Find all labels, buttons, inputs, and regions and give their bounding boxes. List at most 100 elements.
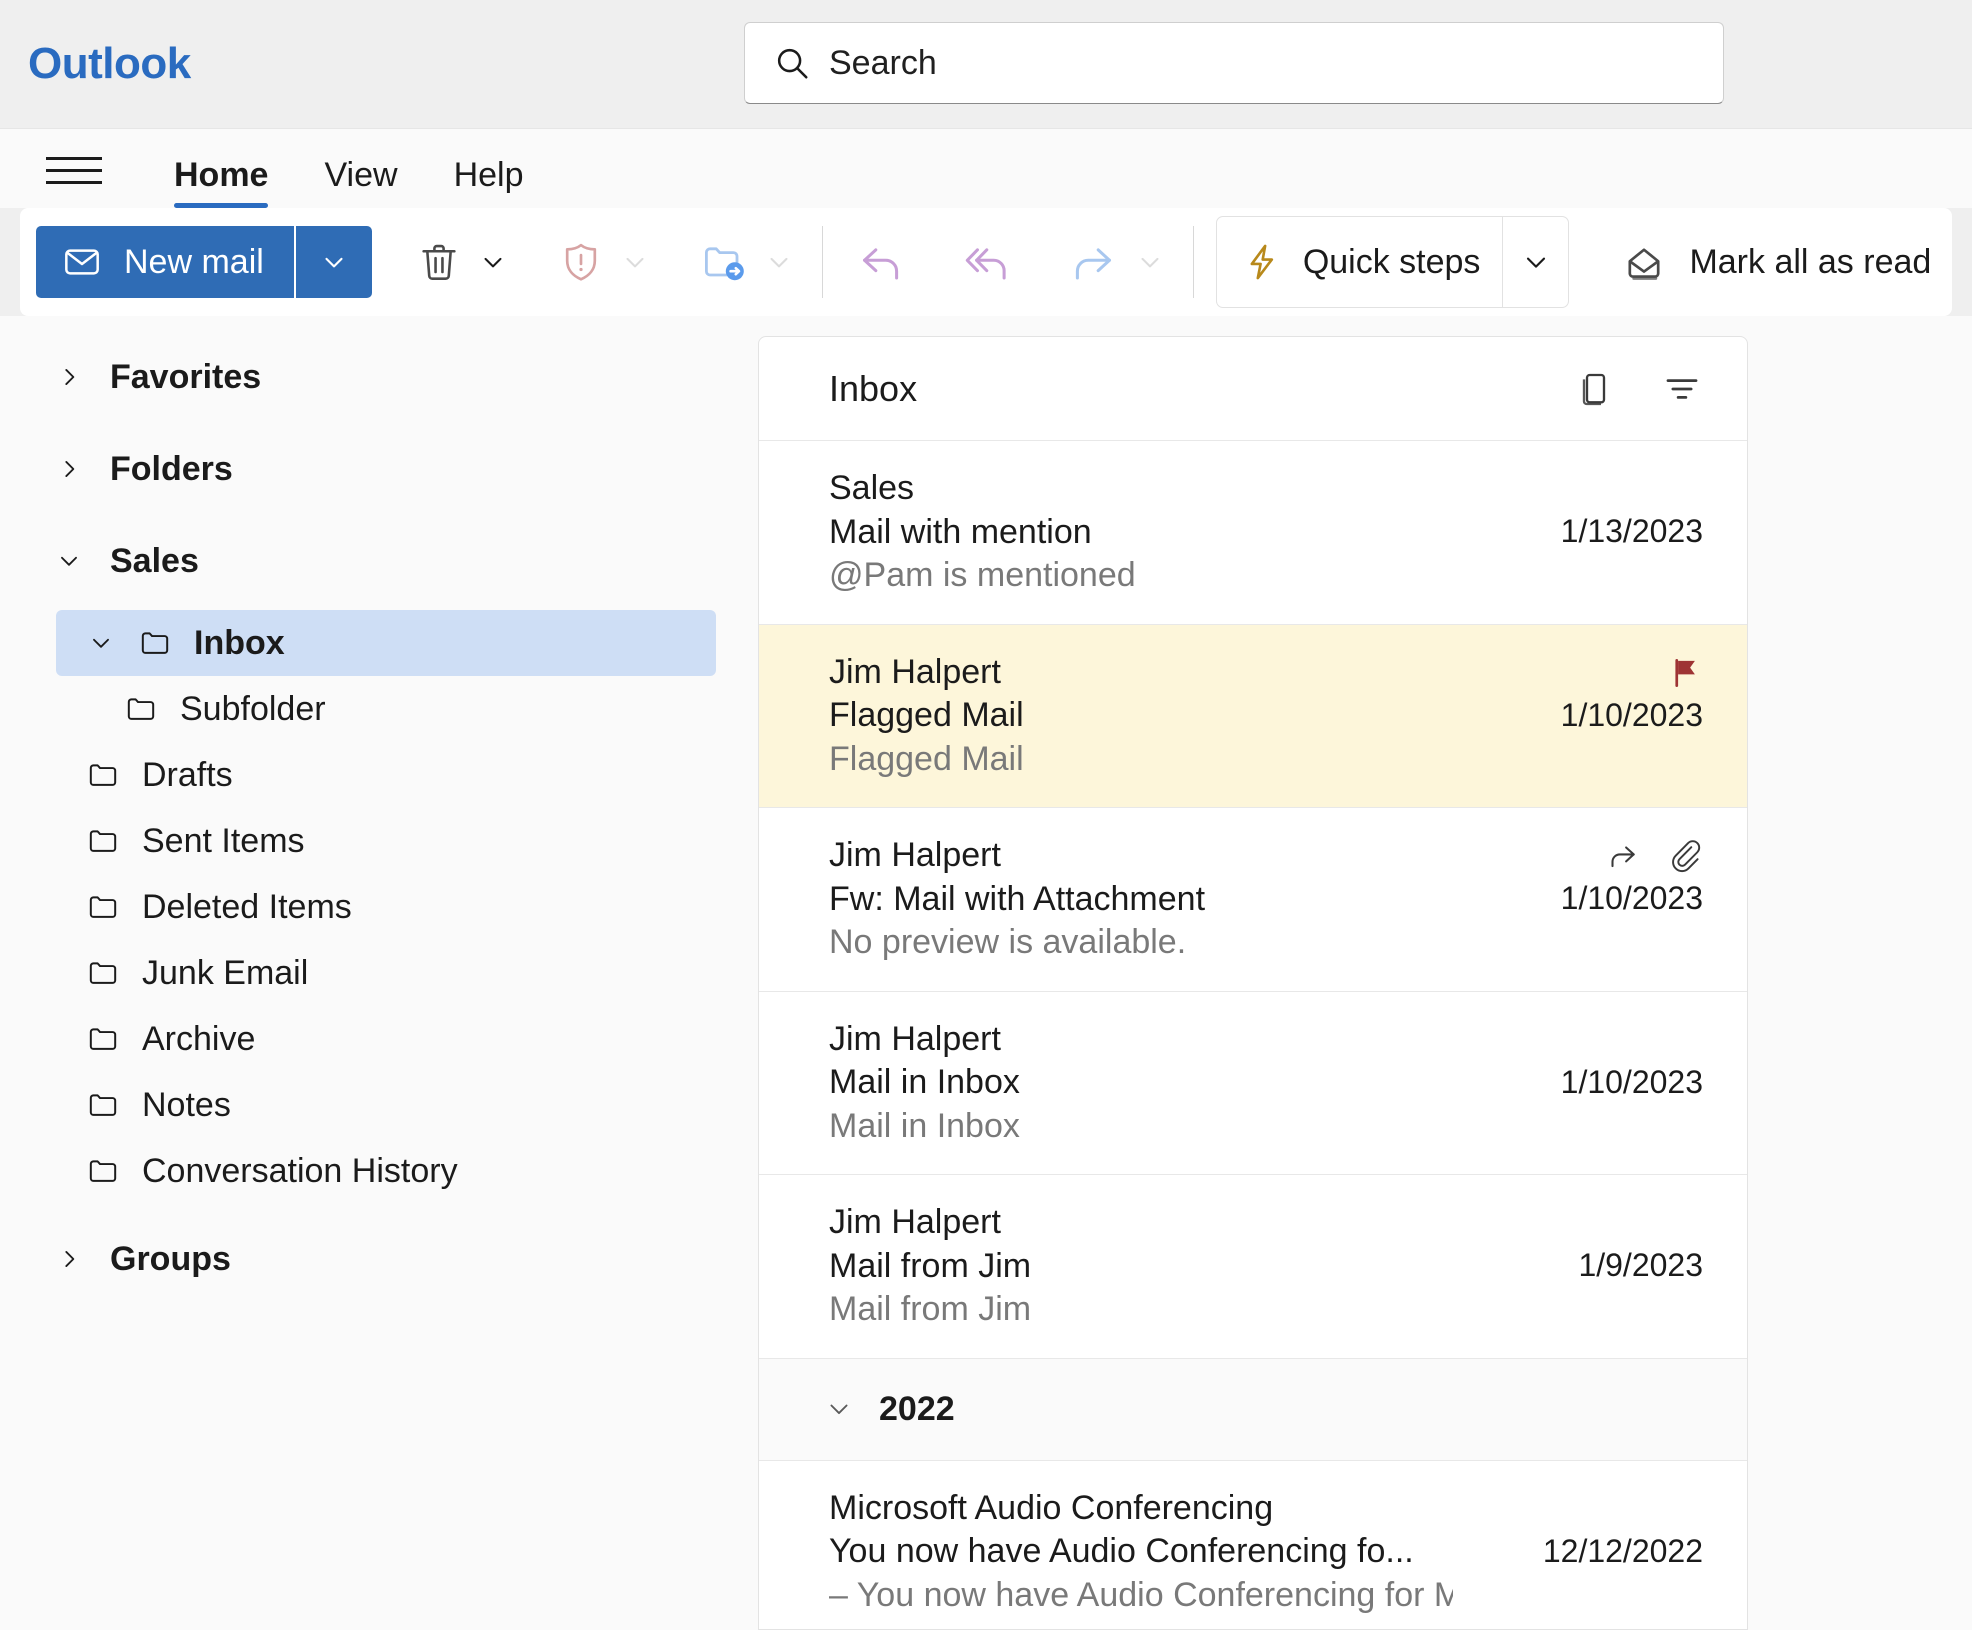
report-dropdown-button[interactable]: [614, 247, 656, 277]
filter-icon[interactable]: [1661, 368, 1703, 410]
forward-button[interactable]: [1057, 226, 1129, 298]
message-subject: Mail from Jim: [829, 1246, 1032, 1285]
folder-icon: [86, 956, 120, 990]
message-date: 12/12/2022: [1542, 1532, 1703, 1569]
message-list-item[interactable]: Jim Halpert Mail from Jim Mail from Jim …: [759, 1175, 1747, 1359]
command-bar: New mail Quick steps Mark all as read: [20, 208, 1952, 316]
quick-steps-split-button: Quick steps: [1215, 216, 1570, 308]
message-indicator-icons: [1667, 651, 1703, 695]
hamburger-bar: [46, 156, 102, 160]
message-list-item[interactable]: Jim Halpert Fw: Mail with Attachment No …: [759, 808, 1747, 992]
tab-help[interactable]: Help: [426, 158, 552, 208]
message-subject: Flagged Mail: [829, 696, 1024, 735]
sidebar-group-sales[interactable]: Sales: [0, 524, 740, 598]
report-junk-button[interactable]: [548, 226, 614, 298]
sidebar-item-label: Subfolder: [180, 689, 326, 728]
move-to-button[interactable]: [690, 226, 758, 298]
message-list-item[interactable]: Jim Halpert Flagged Mail Flagged Mail 1/…: [759, 624, 1747, 809]
sidebar-item-notes[interactable]: Notes: [56, 1072, 716, 1138]
folder-icon: [138, 626, 172, 660]
folder-icon: [86, 1154, 120, 1188]
tab-home[interactable]: Home: [146, 158, 296, 208]
open-envelope-icon: [1621, 239, 1667, 285]
message-sender: Sales: [829, 469, 915, 507]
delete-button[interactable]: [406, 226, 472, 298]
quick-steps-dropdown-button[interactable]: [1502, 217, 1568, 307]
sidebar-item-drafts[interactable]: Drafts: [56, 742, 716, 808]
folder-icon: [86, 824, 120, 858]
attachment-icon: [1667, 838, 1703, 874]
mark-all-as-read-button[interactable]: Mark all as read: [1603, 239, 1949, 285]
sidebar-item-label: Drafts: [142, 755, 233, 794]
message-list-item[interactable]: Sales Mail with mention @Pam is mentione…: [759, 441, 1747, 625]
sidebar-item-deleted-items[interactable]: Deleted Items: [56, 874, 716, 940]
trash-icon: [416, 239, 462, 285]
sidebar-item-subfolder[interactable]: Subfolder: [94, 676, 716, 742]
folder-icon: [86, 758, 120, 792]
message-list-item[interactable]: Microsoft Audio Conferencing You now hav…: [759, 1460, 1747, 1629]
sidebar-item-inbox[interactable]: Inbox: [56, 610, 716, 676]
message-date: 1/9/2023: [1578, 1247, 1703, 1284]
search-input[interactable]: [829, 43, 1637, 83]
tab-view[interactable]: View: [296, 158, 425, 208]
message-meta: 12/12/2022: [1453, 1487, 1703, 1618]
sidebar-group-folders[interactable]: Folders: [0, 432, 740, 506]
sidebar-item-archive[interactable]: Archive: [56, 1006, 716, 1072]
message-content: Sales Mail with mention @Pam is mentione…: [829, 467, 1453, 598]
forward-dropdown-button[interactable]: [1129, 247, 1171, 277]
new-mail-button[interactable]: New mail: [36, 226, 294, 298]
message-list-item[interactable]: Jim Halpert Mail in Inbox Mail in Inbox …: [759, 991, 1747, 1176]
hamburger-bar: [46, 180, 102, 184]
message-content: Jim Halpert Mail from Jim Mail from Jim: [829, 1201, 1453, 1332]
conversation-view-icon[interactable]: [1575, 369, 1615, 409]
sidebar-group-label: Folders: [110, 449, 233, 488]
new-mail-split-button: New mail: [36, 226, 372, 298]
quick-steps-button[interactable]: Quick steps: [1217, 217, 1503, 307]
quick-steps-label: Quick steps: [1302, 242, 1481, 281]
sidebar-group-groups[interactable]: Groups: [0, 1222, 740, 1296]
folder-icon: [86, 1088, 120, 1122]
message-list-header-actions: [1575, 368, 1703, 410]
message-date: 1/10/2023: [1560, 880, 1703, 917]
message-meta: 1/13/2023: [1453, 467, 1703, 598]
chevron-down-icon: [1520, 246, 1552, 278]
message-preview: @Pam is mentioned: [829, 556, 1136, 595]
message-subject: Mail with mention: [829, 512, 1092, 551]
lightning-bolt-icon: [1241, 241, 1283, 283]
sidebar-item-label: Archive: [142, 1019, 256, 1058]
sidebar-group-favorites[interactable]: Favorites: [0, 340, 740, 414]
reply-button[interactable]: [845, 226, 917, 298]
message-subject: Fw: Mail with Attachment: [829, 879, 1206, 918]
folder-sidebar: Favorites Folders Sales Inbox Subfolder …: [0, 316, 740, 1630]
folder-icon: [124, 692, 158, 726]
forward-icon: [1603, 837, 1641, 875]
hamburger-bar: [46, 168, 102, 172]
message-preview: Flagged Mail: [829, 739, 1024, 778]
chevron-down-icon: [1135, 247, 1165, 277]
message-meta: 1/10/2023: [1453, 1018, 1703, 1149]
sidebar-item-sent-items[interactable]: Sent Items: [56, 808, 716, 874]
message-sender: Jim Halpert: [829, 836, 1001, 875]
sidebar-item-conversation-history[interactable]: Conversation History: [56, 1138, 716, 1204]
sidebar-item-label: Conversation History: [142, 1151, 458, 1190]
message-preview: Mail from Jim: [829, 1290, 1032, 1329]
move-to-dropdown-button[interactable]: [758, 247, 800, 277]
mark-all-as-read-label: Mark all as read: [1689, 242, 1932, 281]
message-meta: 1/10/2023: [1453, 834, 1703, 965]
message-sender: Jim Halpert: [829, 1203, 1001, 1242]
new-mail-label: New mail: [124, 242, 264, 281]
hamburger-icon[interactable]: [46, 142, 106, 198]
sidebar-item-junk-email[interactable]: Junk Email: [56, 940, 716, 1006]
sidebar-group-label: Favorites: [110, 357, 262, 396]
sidebar-group-label: Sales: [110, 541, 199, 580]
message-group-header-2022[interactable]: 2022: [759, 1358, 1747, 1461]
flag-icon[interactable]: [1667, 655, 1703, 691]
search-box[interactable]: [744, 22, 1724, 104]
delete-dropdown-button[interactable]: [472, 247, 514, 277]
new-mail-dropdown-button[interactable]: [293, 226, 372, 298]
reply-all-button[interactable]: [951, 226, 1023, 298]
chevron-down-icon: [319, 247, 349, 277]
